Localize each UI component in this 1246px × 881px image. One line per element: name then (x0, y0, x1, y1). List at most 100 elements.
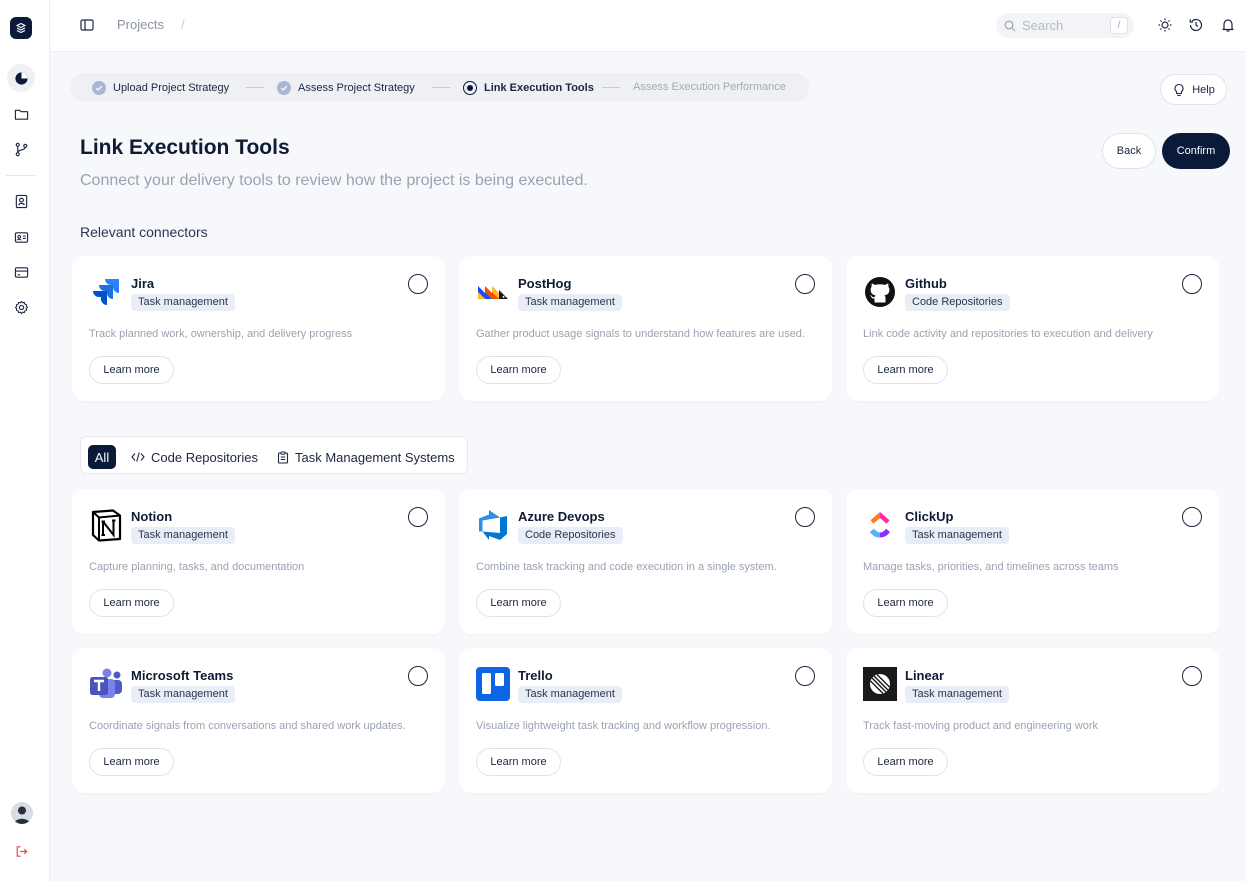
connector-card-clickup[interactable]: ClickUp Task management Manage tasks, pr… (846, 489, 1219, 634)
connector-description: Manage tasks, priorities, and timelines … (863, 561, 1119, 573)
user-avatar[interactable] (11, 802, 33, 824)
topbar: Projects / / (50, 0, 1246, 52)
avatar-person-icon (14, 806, 30, 824)
trello-icon (476, 667, 510, 701)
tab-code-repositories[interactable]: Code Repositories (131, 445, 258, 469)
tab-label: Code Repositories (151, 449, 258, 465)
sidebar-item-billing[interactable] (7, 258, 35, 286)
connector-card-github[interactable]: Github Code Repositories Link code activ… (846, 256, 1219, 401)
sidebar-item-settings[interactable] (7, 293, 35, 321)
sidebar-item-branches[interactable] (7, 135, 35, 163)
step-label: Assess Execution Performance (633, 81, 786, 93)
connector-card-microsoft-teams[interactable]: Microsoft Teams Task management Coordina… (72, 648, 445, 793)
learn-more-button[interactable]: Learn more (476, 356, 561, 384)
jira-icon (89, 275, 123, 309)
learn-more-button[interactable]: Learn more (863, 748, 948, 776)
search-icon (1004, 20, 1016, 31)
clickup-icon (863, 508, 897, 542)
connector-tag: Task management (905, 527, 1009, 544)
select-radio[interactable] (1182, 666, 1202, 686)
learn-more-button[interactable]: Learn more (863, 356, 948, 384)
breadcrumb[interactable]: Projects (117, 17, 164, 32)
app-logo[interactable] (10, 17, 32, 39)
select-radio[interactable] (795, 666, 815, 686)
check-circle-icon (277, 81, 291, 95)
tab-all[interactable]: All (88, 445, 116, 469)
select-radio[interactable] (795, 274, 815, 294)
connector-card-posthog[interactable]: PostHog Task management Gather product u… (459, 256, 832, 401)
connector-description: Gather product usage signals to understa… (476, 328, 805, 340)
sidebar-item-dashboard[interactable] (7, 64, 35, 92)
bell-icon[interactable] (1220, 17, 1236, 33)
id-card-icon (14, 231, 28, 243)
step-connector (432, 87, 450, 88)
select-radio[interactable] (795, 507, 815, 527)
contact-book-icon (15, 194, 27, 208)
select-radio[interactable] (1182, 507, 1202, 527)
sidebar-item-id-cards[interactable] (7, 223, 35, 251)
page-subtitle: Connect your delivery tools to review ho… (80, 172, 588, 189)
check-circle-icon (92, 81, 106, 95)
theme-sun-icon[interactable] (1157, 17, 1173, 33)
connector-name: Trello (518, 668, 553, 683)
step-assess-strategy[interactable]: Assess Project Strategy (277, 81, 415, 95)
back-button[interactable]: Back (1102, 133, 1156, 169)
connector-description: Combine task tracking and code execution… (476, 561, 777, 573)
search-box[interactable]: / (996, 13, 1134, 38)
connector-description: Capture planning, tasks, and documentati… (89, 561, 305, 573)
help-button[interactable]: Help (1160, 74, 1227, 105)
linear-icon (863, 667, 897, 701)
learn-more-button[interactable]: Learn more (476, 589, 561, 617)
confirm-button[interactable]: Confirm (1162, 133, 1230, 169)
tab-task-management-systems[interactable]: Task Management Systems (277, 445, 455, 469)
connector-tag: Task management (131, 294, 235, 311)
connector-tag: Task management (905, 686, 1009, 703)
select-radio[interactable] (408, 507, 428, 527)
connector-tag: Task management (518, 686, 622, 703)
current-step-icon (463, 81, 477, 95)
step-connector (602, 87, 620, 88)
connector-name: Jira (131, 276, 155, 291)
learn-more-button[interactable]: Learn more (863, 589, 948, 617)
microsoft-teams-icon (89, 667, 123, 701)
history-icon[interactable] (1188, 17, 1204, 33)
learn-more-button[interactable]: Learn more (89, 589, 174, 617)
code-icon (131, 452, 145, 462)
step-label: Assess Project Strategy (298, 82, 415, 94)
step-link-tools[interactable]: Link Execution Tools (463, 81, 594, 95)
connector-card-linear[interactable]: Linear Task management Track fast-moving… (846, 648, 1219, 793)
connector-tag: Task management (131, 686, 235, 703)
tab-label: Task Management Systems (295, 449, 455, 465)
connector-card-jira[interactable]: Jira Task management Track planned work,… (72, 256, 445, 401)
sidebar-item-contacts[interactable] (7, 187, 35, 215)
sidebar-item-projects[interactable] (7, 100, 35, 128)
connector-card-trello[interactable]: Trello Task management Visualize lightwe… (459, 648, 832, 793)
learn-more-button[interactable]: Learn more (476, 748, 561, 776)
azure-devops-icon (476, 508, 510, 542)
connector-name: Notion (131, 509, 173, 524)
sidebar-divider (6, 175, 36, 176)
connector-name: PostHog (518, 276, 572, 291)
connector-tag: Code Repositories (905, 294, 1010, 311)
logout-button[interactable] (7, 837, 35, 865)
step-assess-performance[interactable]: Assess Execution Performance (633, 81, 786, 93)
select-radio[interactable] (1182, 274, 1202, 294)
search-input[interactable] (1022, 18, 1102, 33)
logout-icon (16, 845, 28, 857)
connector-name: Microsoft Teams (131, 668, 234, 683)
connector-name: Github (905, 276, 947, 291)
learn-more-button[interactable]: Learn more (89, 748, 174, 776)
pie-chart-icon (14, 71, 28, 85)
search-shortcut: / (1110, 17, 1128, 34)
step-label: Upload Project Strategy (113, 82, 230, 94)
page-title: Link Execution Tools (80, 136, 290, 159)
select-radio[interactable] (408, 666, 428, 686)
select-radio[interactable] (408, 274, 428, 294)
learn-more-button[interactable]: Learn more (89, 356, 174, 384)
credit-card-icon (14, 266, 28, 278)
step-upload-strategy[interactable]: Upload Project Strategy (92, 81, 229, 95)
connector-card-notion[interactable]: Notion Task management Capture planning,… (72, 489, 445, 634)
connector-description: Track fast-moving product and engineerin… (863, 720, 1098, 732)
connector-card-azure-devops[interactable]: Azure Devops Code Repositories Combine t… (459, 489, 832, 634)
sidebar-toggle-icon[interactable] (80, 18, 94, 32)
